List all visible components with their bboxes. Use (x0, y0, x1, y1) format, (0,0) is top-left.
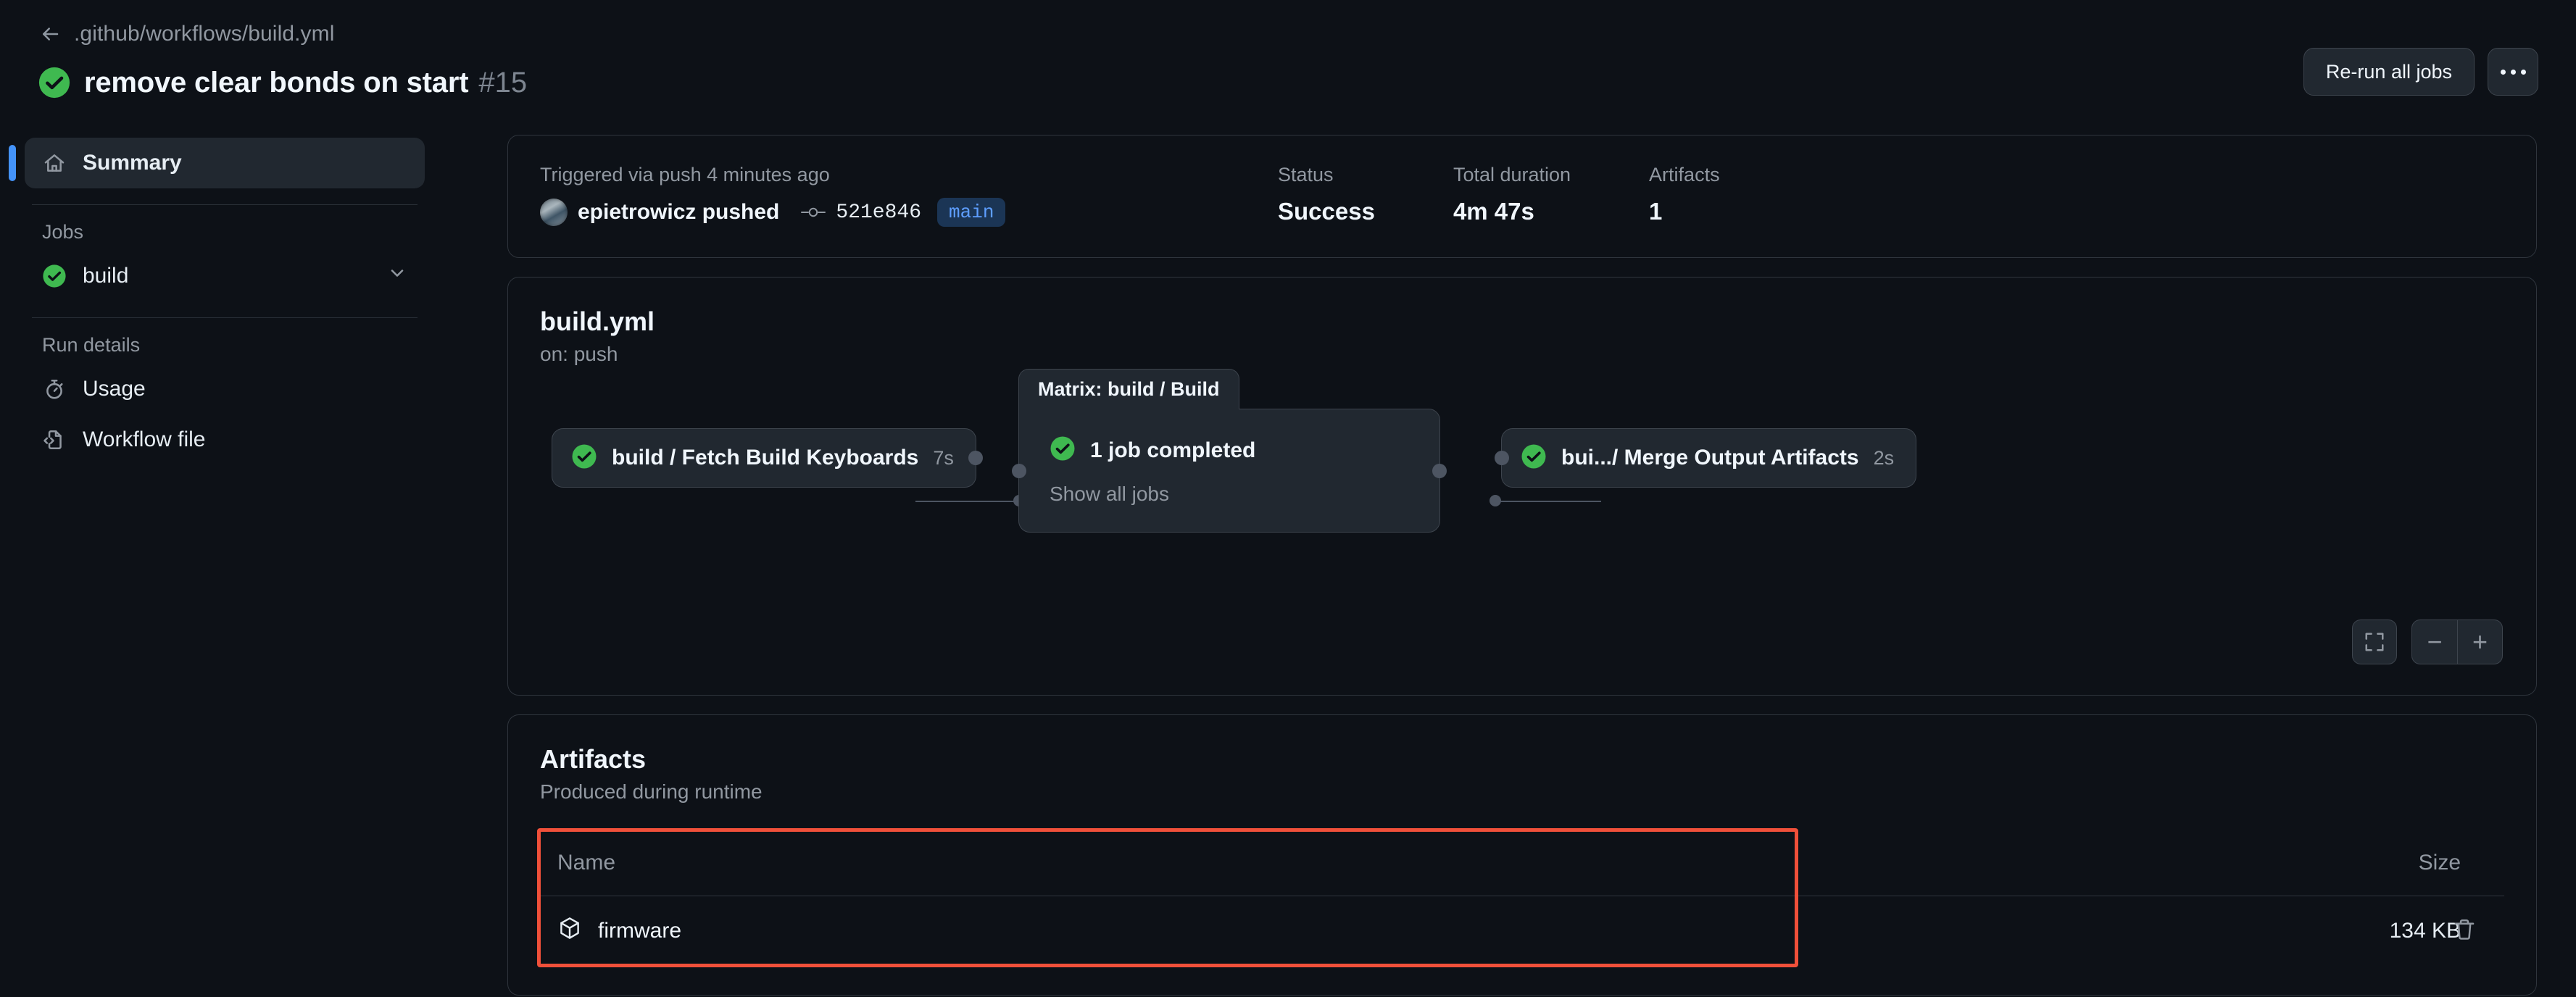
sidebar-item-workflow-file[interactable]: Workflow file (25, 414, 425, 465)
artifacts-count-label: Artifacts (1649, 164, 1720, 185)
arrow-left-icon[interactable] (38, 22, 62, 46)
graph-matrix-tab-label[interactable]: Matrix: build / Build (1018, 369, 1239, 410)
graph-node-fetch-build-keyboards[interactable]: build / Fetch Build Keyboards 7s (552, 428, 983, 488)
graph-canvas[interactable]: build / Fetch Build Keyboards 7s Matrix:… (540, 369, 2504, 609)
stopwatch-icon (42, 377, 67, 401)
workflow-trigger-subtitle: on: push (540, 343, 618, 366)
sidebar-item-summary[interactable]: Summary (9, 138, 425, 188)
package-icon (557, 916, 582, 946)
plus-icon[interactable]: + (2457, 620, 2502, 664)
workflow-file-title: build.yml (540, 306, 655, 337)
artifacts-section-title: Artifacts (540, 744, 647, 775)
graph-zoom-controls: − + (2352, 620, 2503, 665)
trigger-info-column: Triggered via push 4 minutes ago epietro… (540, 163, 1200, 228)
artifacts-column-size: Size (2418, 850, 2461, 875)
kebab-dot-icon (2500, 69, 2506, 75)
graph-matrix-port-left (1012, 463, 1026, 478)
graph-edge-2 (1497, 501, 1601, 503)
git-commit-icon (801, 204, 826, 221)
duration-label: Total duration (1453, 164, 1571, 185)
run-title-text: remove clear bonds on start (84, 66, 469, 99)
graph-matrix-group: Matrix: build / Build 1 job completed Sh… (1012, 369, 1447, 533)
sidebar-divider (32, 317, 417, 318)
check-circle-success-icon (1050, 435, 1076, 465)
graph-edge-1 (915, 501, 1021, 503)
artifact-name-cell[interactable]: firmware (557, 916, 2306, 946)
more-options-button[interactable] (2488, 48, 2538, 96)
zoom-buttons-group: − + (2411, 620, 2503, 665)
status-label: Status (1278, 164, 1334, 185)
check-circle-success-icon (571, 443, 597, 473)
graph-node-label: build / Fetch Build Keyboards (612, 446, 919, 470)
workflow-graph-card: build.yml on: push build / Fetch Build K… (507, 277, 2537, 696)
sidebar: Summary Jobs build Run details Usage Wor… (0, 138, 449, 465)
trigger-text: Triggered via push 4 minutes ago (540, 164, 830, 185)
graph-node-duration: 2s (1873, 446, 1895, 469)
graph-matrix-status-row: 1 job completed (1050, 435, 1409, 465)
check-circle-success-icon (1521, 443, 1547, 473)
pusher-name[interactable]: epietrowicz pushed (578, 200, 779, 225)
duration-column: Total duration 4m 47s (1453, 163, 1571, 225)
sidebar-item-usage[interactable]: Usage (25, 364, 425, 414)
duration-value: 4m 47s (1453, 198, 1534, 225)
run-number: #15 (478, 66, 528, 99)
kebab-dot-icon (2510, 69, 2516, 75)
kebab-dot-icon (2520, 69, 2526, 75)
graph-matrix-port-right (1432, 463, 1447, 478)
header-actions: Re-run all jobs (2303, 48, 2538, 96)
avatar (540, 199, 568, 227)
sidebar-item-build-job-label: build (83, 264, 129, 288)
artifacts-table-header: Name Size (540, 830, 2504, 897)
trash-icon[interactable] (2452, 917, 2477, 946)
graph-node-port-right (968, 451, 983, 466)
sidebar-item-workflow-file-label: Workflow file (83, 427, 206, 451)
artifacts-table: Name Size firmware 134 KB (537, 828, 2504, 968)
status-value: Success (1278, 198, 1375, 225)
file-code-icon (42, 427, 67, 452)
workflow-run-page: .github/workflows/build.yml remove clear… (0, 0, 2576, 997)
artifact-name-label: firmware (598, 919, 682, 943)
run-info-card: Triggered via push 4 minutes ago epietro… (507, 135, 2537, 259)
graph-node-port-left (1495, 451, 1509, 466)
status-column: Status Success (1278, 163, 1375, 225)
artifacts-card: Artifacts Produced during runtime Name S… (507, 714, 2537, 996)
commit-sha[interactable]: 521e846 (836, 201, 921, 224)
check-circle-success-icon (38, 66, 71, 99)
page-title: remove clear bonds on start #15 (38, 61, 2538, 104)
graph-node-merge-output-artifacts[interactable]: bui.../ Merge Output Artifacts 2s (1495, 428, 1917, 488)
sidebar-group-jobs-title: Jobs (42, 221, 84, 243)
graph-matrix-show-all-jobs-link[interactable]: Show all jobs (1050, 483, 1409, 506)
artifacts-count-column: Artifacts 1 (1649, 163, 1720, 225)
breadcrumb-workflow-path[interactable]: .github/workflows/build.yml (74, 22, 335, 46)
main-content: Triggered via push 4 minutes ago epietro… (507, 135, 2537, 997)
graph-node-label: bui.../ Merge Output Artifacts (1561, 446, 1859, 470)
sidebar-item-build-job[interactable]: build (25, 251, 425, 301)
page-header: .github/workflows/build.yml remove clear… (0, 0, 2576, 104)
fit-to-screen-icon[interactable] (2352, 620, 2397, 665)
artifacts-section-subtitle: Produced during runtime (540, 780, 763, 804)
graph-edge-dot-2 (1489, 495, 1501, 507)
pusher-row: epietrowicz pushed 521e846 main (540, 198, 1200, 228)
rerun-all-jobs-button[interactable]: Re-run all jobs (2303, 48, 2475, 96)
check-circle-success-icon (42, 264, 67, 288)
artifacts-column-name: Name (557, 850, 616, 875)
table-row[interactable]: firmware 134 KB (540, 896, 2504, 966)
sidebar-item-usage-label: Usage (83, 377, 146, 401)
breadcrumb: .github/workflows/build.yml (38, 17, 2538, 51)
home-icon (42, 151, 67, 175)
graph-matrix-body[interactable]: 1 job completed Show all jobs (1012, 409, 1447, 533)
minus-icon[interactable]: − (2412, 620, 2457, 664)
graph-node-duration: 7s (933, 446, 954, 469)
artifacts-count-value: 1 (1649, 198, 1663, 225)
branch-badge[interactable]: main (937, 198, 1006, 228)
graph-matrix-status-text: 1 job completed (1090, 438, 1256, 462)
sidebar-group-run-details-title: Run details (42, 334, 141, 356)
sidebar-divider (32, 204, 417, 205)
sidebar-item-summary-label: Summary (83, 151, 182, 175)
chevron-down-icon[interactable] (387, 263, 407, 289)
